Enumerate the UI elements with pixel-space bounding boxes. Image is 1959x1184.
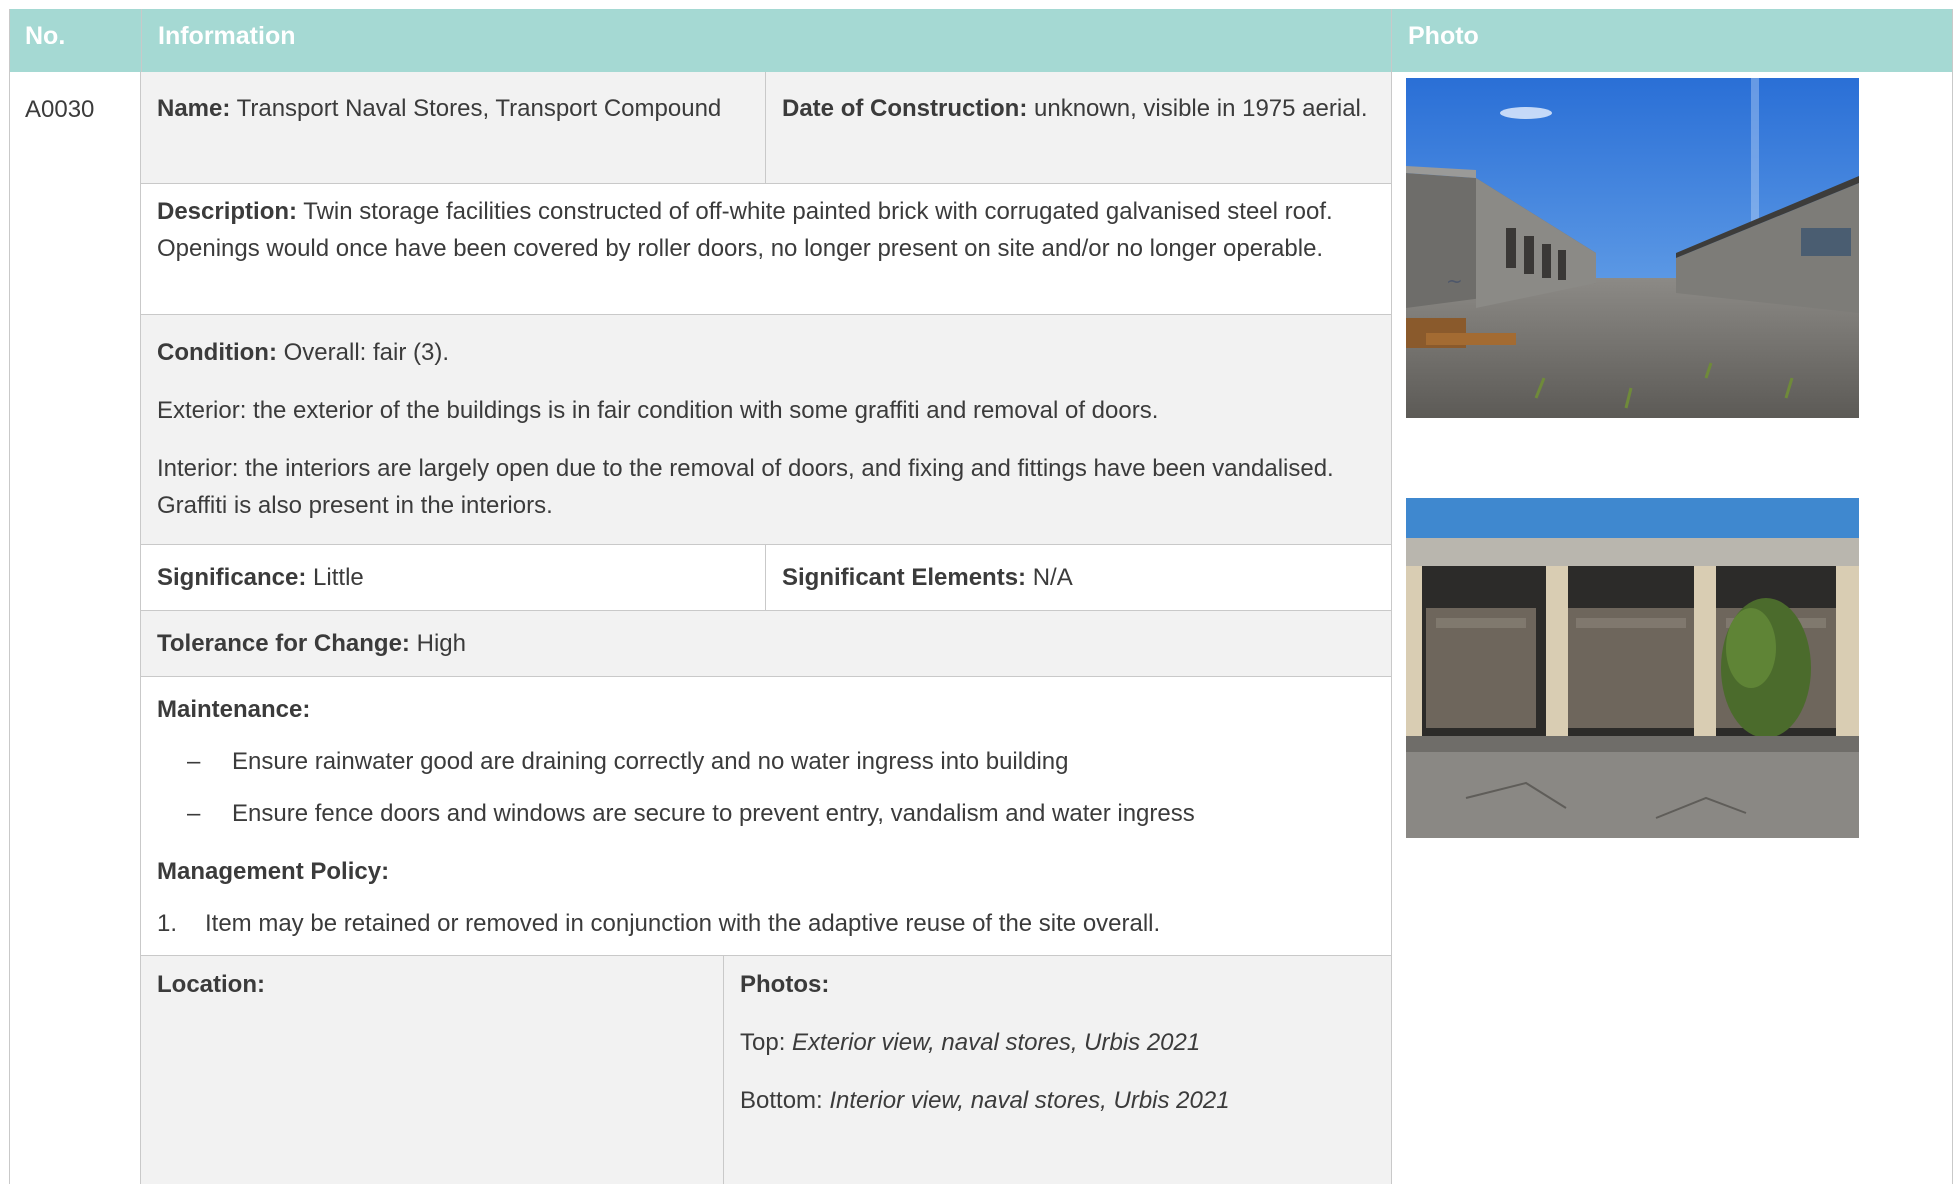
photos-cell: Photos: Top: Exterior view, naval stores… bbox=[724, 966, 1391, 1119]
significance-value: Little bbox=[313, 564, 364, 591]
dash-bullet: – bbox=[187, 748, 201, 775]
description-cell: Description: Twin storage facilities con… bbox=[141, 193, 1391, 267]
photo-caption-top: Top: Exterior view, naval stores, Urbis … bbox=[740, 1024, 1375, 1061]
divider bbox=[1391, 72, 1392, 1184]
maintenance-item-text: Ensure fence doors and windows are secur… bbox=[232, 800, 1195, 827]
description-value: Twin storage facilities constructed of o… bbox=[157, 198, 1333, 262]
name-cell: Name: Transport Naval Stores, Transport … bbox=[141, 90, 765, 127]
dash-bullet: – bbox=[187, 800, 201, 827]
maintenance-cell: Maintenance: – Ensure rainwater good are… bbox=[141, 691, 1391, 942]
photo-exterior: ~ bbox=[1406, 78, 1859, 418]
divider bbox=[141, 676, 1391, 677]
date-value: unknown, visible in 1975 aerial. bbox=[1034, 95, 1368, 122]
photo-caption-bottom: Bottom: Interior view, naval stores, Urb… bbox=[740, 1082, 1375, 1119]
significant-elements-value: N/A bbox=[1032, 564, 1073, 591]
significant-elements-cell: Significant Elements: N/A bbox=[766, 559, 1391, 596]
photo-caption-top-prefix: Top: bbox=[740, 1029, 786, 1056]
date-label: Date of Construction: bbox=[782, 95, 1028, 122]
list-item: – Ensure fence doors and windows are sec… bbox=[157, 795, 1375, 832]
svg-text:~: ~ bbox=[1446, 269, 1463, 293]
divider bbox=[141, 183, 1391, 184]
significance-cell: Significance: Little bbox=[141, 559, 765, 596]
condition-overall: Condition: Overall: fair (3). bbox=[157, 334, 1375, 371]
photo-exterior-image: ~ bbox=[1406, 78, 1859, 418]
list-item: – Ensure rainwater good are draining cor… bbox=[157, 743, 1375, 780]
date-cell-bg bbox=[766, 72, 1391, 183]
management-policy-heading: Management Policy: bbox=[157, 853, 1375, 890]
divider bbox=[141, 610, 1391, 611]
tolerance-label: Tolerance for Change: bbox=[157, 630, 410, 657]
divider bbox=[141, 955, 1391, 956]
name-value: Transport Naval Stores, Transport Compou… bbox=[236, 95, 722, 122]
location-label: Location: bbox=[157, 971, 265, 998]
significant-elements-label: Significant Elements: bbox=[782, 564, 1027, 591]
item-number: A0030 bbox=[25, 96, 95, 123]
name-cell-bg bbox=[141, 72, 765, 183]
management-policy-label: Management Policy: bbox=[157, 858, 390, 885]
management-policy-item-text: Item may be retained or removed in conju… bbox=[205, 910, 1161, 937]
maintenance-item-text: Ensure rainwater good are draining corre… bbox=[232, 748, 1069, 775]
condition-interior: Interior: the interiors are largely open… bbox=[157, 455, 1334, 519]
heritage-item-sheet: No. Information Photo A0030 Name: Transp… bbox=[9, 9, 1953, 1184]
location-cell: Location: bbox=[141, 966, 723, 1003]
list-number: 1. bbox=[157, 910, 178, 937]
maintenance-label: Maintenance: bbox=[157, 696, 311, 723]
condition-cell: Condition: Overall: fair (3). Exterior: … bbox=[141, 334, 1391, 524]
date-of-construction-cell: Date of Construction: unknown, visible i… bbox=[766, 90, 1391, 127]
header-information: Information bbox=[141, 9, 1391, 72]
photo-interior bbox=[1406, 498, 1859, 838]
divider bbox=[141, 544, 1391, 545]
condition-overall-text: Overall: fair (3). bbox=[283, 339, 449, 366]
tolerance-value: High bbox=[416, 630, 466, 657]
list-item: 1. Item may be retained or removed in co… bbox=[157, 905, 1375, 942]
description-label: Description: bbox=[157, 198, 298, 225]
photo-caption-bottom-text: Interior view, naval stores, Urbis 2021 bbox=[829, 1087, 1230, 1114]
header-no: No. bbox=[25, 22, 66, 50]
photo-caption-bottom-prefix: Bottom: bbox=[740, 1087, 823, 1114]
photo-interior-image bbox=[1406, 498, 1859, 838]
header-photo: Photo bbox=[1391, 9, 1952, 72]
condition-label: Condition: bbox=[157, 339, 277, 366]
photo-caption-top-text: Exterior view, naval stores, Urbis 2021 bbox=[792, 1029, 1201, 1056]
tolerance-cell: Tolerance for Change: High bbox=[141, 625, 1391, 662]
significance-label: Significance: bbox=[157, 564, 307, 591]
name-label: Name: bbox=[157, 95, 231, 122]
table-header: No. Information Photo bbox=[10, 9, 1952, 72]
condition-exterior: Exterior: the exterior of the buildings … bbox=[157, 397, 1159, 424]
photos-label: Photos: bbox=[740, 971, 830, 998]
divider bbox=[765, 72, 766, 183]
divider bbox=[141, 314, 1391, 315]
